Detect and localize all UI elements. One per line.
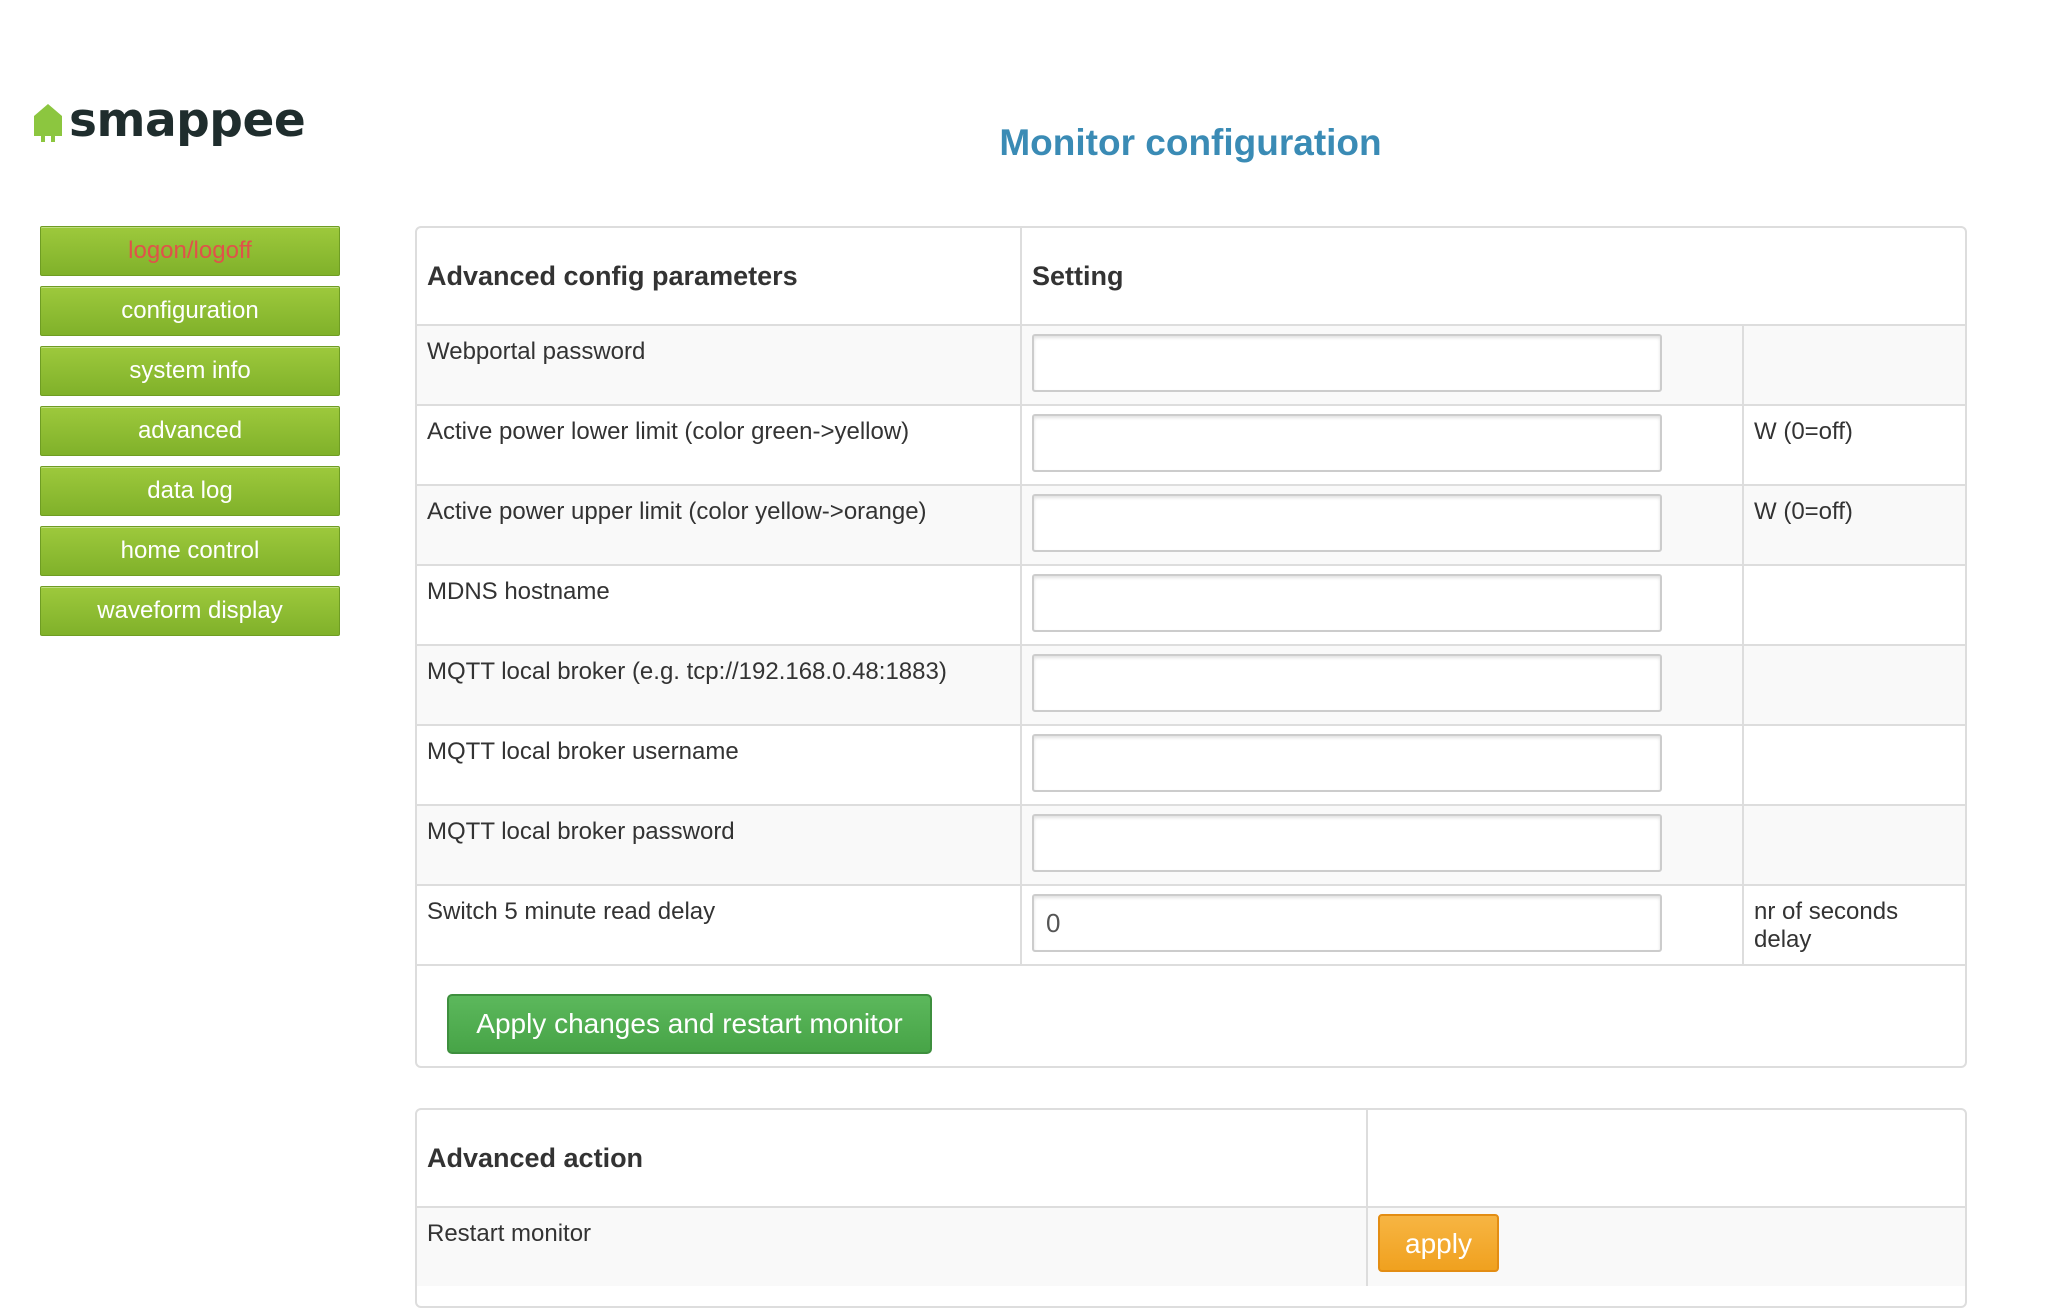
table-row: MQTT local broker username	[417, 724, 1965, 805]
table-row: Active power lower limit (color green->y…	[417, 404, 1965, 485]
row-label: MQTT local broker username	[417, 724, 1022, 805]
page-title: Monitor configuration	[999, 122, 1382, 163]
row-label: MQTT local broker (e.g. tcp://192.168.0.…	[417, 644, 1022, 725]
header-setting: Setting	[1021, 228, 1965, 326]
mqtt-username-input[interactable]	[1032, 734, 1662, 792]
power-upper-limit-input[interactable]	[1032, 494, 1662, 552]
mdns-hostname-input[interactable]	[1032, 574, 1662, 632]
nav-item-configuration[interactable]: configuration	[40, 286, 340, 336]
row-label: Switch 5 minute read delay	[417, 884, 1022, 964]
restart-apply-button[interactable]: apply	[1378, 1214, 1499, 1272]
config-panel: Advanced config parameters Setting Webpo…	[415, 226, 1967, 1068]
row-unit	[1743, 644, 1965, 725]
row-unit	[1743, 564, 1965, 645]
mqtt-broker-input[interactable]	[1032, 654, 1662, 712]
header-param: Advanced config parameters	[417, 228, 1022, 326]
nav-item-home-control[interactable]: home control	[40, 526, 340, 576]
row-unit	[1743, 724, 1965, 805]
nav-item-waveform-display[interactable]: waveform display	[40, 586, 340, 636]
action-table: Advanced action Restart monitor apply	[417, 1110, 1965, 1286]
row-label: Active power upper limit (color yellow->…	[417, 484, 1022, 565]
row-label: MDNS hostname	[417, 564, 1022, 645]
row-unit	[1743, 324, 1965, 405]
apply-row: Apply changes and restart monitor	[417, 964, 1965, 1066]
logo-text: smappee	[69, 93, 306, 148]
table-row: MDNS hostname	[417, 564, 1965, 645]
row-unit: W (0=off)	[1743, 404, 1965, 485]
header-action: Advanced action	[417, 1110, 1368, 1208]
row-unit: W (0=off)	[1743, 484, 1965, 565]
row-label: Webportal password	[417, 324, 1022, 405]
row-label: MQTT local broker password	[417, 804, 1022, 885]
power-lower-limit-input[interactable]	[1032, 414, 1662, 472]
nav-item-logon-logoff[interactable]: logon/logoff	[40, 226, 340, 276]
table-row: Webportal password	[417, 324, 1965, 405]
house-icon	[34, 104, 62, 142]
sidebar-nav: logon/logoff configuration system info a…	[40, 226, 340, 646]
nav-item-data-log[interactable]: data log	[40, 466, 340, 516]
row-label: Active power lower limit (color green->y…	[417, 404, 1022, 485]
table-row: Restart monitor apply	[417, 1206, 1965, 1286]
nav-item-system-info[interactable]: system info	[40, 346, 340, 396]
table-row: MQTT local broker (e.g. tcp://192.168.0.…	[417, 644, 1965, 725]
smappee-logo: smappee	[33, 93, 306, 148]
apply-restart-button[interactable]: Apply changes and restart monitor	[447, 994, 932, 1054]
table-row: Active power upper limit (color yellow->…	[417, 484, 1965, 565]
action-panel: Advanced action Restart monitor apply	[415, 1108, 1967, 1308]
row-label: Restart monitor	[417, 1206, 1368, 1286]
row-unit: nr of seconds delay	[1743, 884, 1965, 964]
table-row: Switch 5 minute read delay nr of seconds…	[417, 884, 1965, 964]
row-unit	[1743, 804, 1965, 885]
mqtt-password-input[interactable]	[1032, 814, 1662, 872]
webportal-password-input[interactable]	[1032, 334, 1662, 392]
read-delay-input[interactable]	[1032, 894, 1662, 952]
config-table: Advanced config parameters Setting Webpo…	[417, 228, 1965, 964]
nav-item-advanced[interactable]: advanced	[40, 406, 340, 456]
table-row: MQTT local broker password	[417, 804, 1965, 885]
